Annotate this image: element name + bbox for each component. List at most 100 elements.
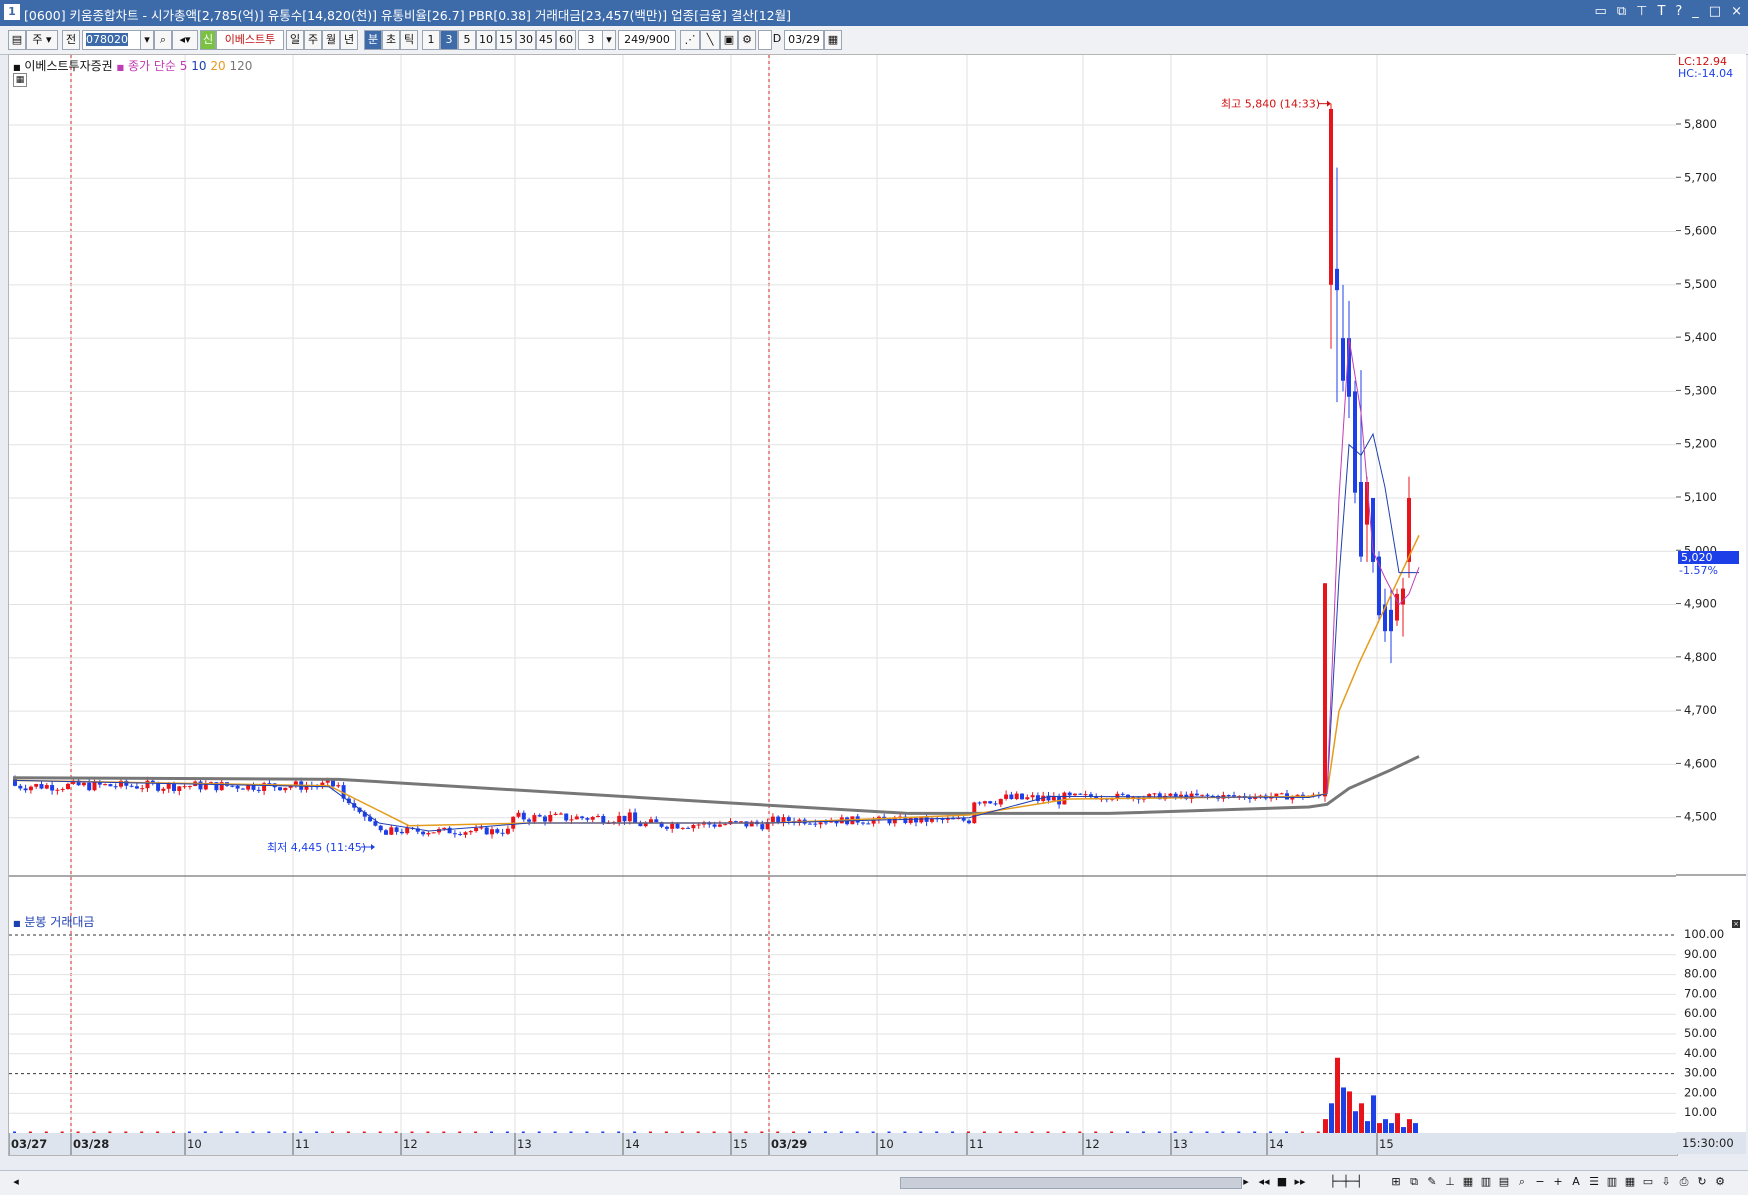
volume-bar	[728, 1131, 732, 1133]
overlay-icon[interactable]: ▤	[1496, 1174, 1512, 1190]
zoom-out-icon[interactable]: −	[1532, 1174, 1548, 1190]
interval-3[interactable]: 3	[440, 30, 458, 50]
chart-area[interactable]: 03/27 03/28 10 11 12 13 14 15 03/29 10 11 12 13 14 15 최…	[8, 54, 1678, 1156]
list-icon[interactable]: ☰	[1586, 1174, 1602, 1190]
date-checkbox[interactable]	[758, 30, 772, 50]
minimize-icon[interactable]: _	[1692, 4, 1699, 19]
volume-bar	[1221, 1131, 1225, 1133]
indicator-icon[interactable]: ⋰	[680, 30, 700, 50]
text-tool-icon[interactable]: A	[1568, 1174, 1584, 1190]
layout-split-icon[interactable]: ▥	[1604, 1174, 1620, 1190]
time-tick-label: 10	[187, 1137, 202, 1151]
interval-10[interactable]: 10	[476, 30, 496, 50]
interval-1[interactable]: 1	[422, 30, 440, 50]
window-icon[interactable]: ⧉	[1406, 1174, 1422, 1190]
speaker-icon[interactable]: ◂▾	[172, 30, 198, 50]
scrollbar-thumb[interactable]	[900, 1177, 1242, 1189]
zoom-icon[interactable]: ⌕	[1514, 1174, 1530, 1190]
close-icon[interactable]: ×	[1731, 4, 1742, 19]
interval-30[interactable]: 30	[516, 30, 536, 50]
new-badge: 신	[200, 30, 216, 50]
draw-tool-icon[interactable]: ✎	[1424, 1174, 1440, 1190]
count-field[interactable]: 249/900	[618, 30, 676, 50]
right-axis: 5,800 5,700 5,600 5,500 5,400 5,300 5,200 5,100…	[1676, 54, 1746, 1154]
refresh-icon[interactable]: ↻	[1694, 1174, 1710, 1190]
period-week[interactable]: 주	[304, 30, 322, 50]
candle-body	[426, 833, 431, 835]
close-panel-icon[interactable]: ×	[1732, 920, 1740, 928]
mode-label: 주	[32, 33, 43, 46]
settings-gear-icon[interactable]: ⚙	[738, 30, 756, 50]
scroll-right-icon[interactable]: ▸	[1238, 1174, 1254, 1190]
candle-body	[574, 816, 579, 820]
mode-select[interactable]: 주 ▾	[26, 30, 58, 50]
calendar-icon[interactable]: ▦	[824, 30, 842, 50]
rewind-icon[interactable]: ◂◂	[1256, 1174, 1272, 1190]
crosshair-icon[interactable]: ⊞	[1388, 1174, 1404, 1190]
print-icon[interactable]: ⎙	[1676, 1174, 1692, 1190]
volume-bar	[140, 1131, 144, 1133]
fast-forward-icon[interactable]: ▸▸	[1292, 1174, 1308, 1190]
export-icon[interactable]: ⇩	[1658, 1174, 1674, 1190]
maximize-icon[interactable]: □	[1709, 4, 1721, 19]
volume-bar	[1335, 1057, 1340, 1133]
volume-tick-label: 80.00	[1684, 967, 1717, 981]
volume-bar	[1126, 1131, 1129, 1133]
volume-tick-label: 20.00	[1684, 1085, 1717, 1099]
interval-60[interactable]: 60	[556, 30, 576, 50]
zoom-slider[interactable]: ├─┼─┤	[1316, 1174, 1376, 1190]
volume-tick-label: 70.00	[1684, 986, 1717, 1000]
legend-marker-icon: ■	[116, 63, 125, 72]
count-value: 249	[624, 33, 646, 46]
interval-5[interactable]: 5	[458, 30, 476, 50]
interval-15[interactable]: 15	[496, 30, 516, 50]
table-view-icon[interactable]: ▦	[1622, 1174, 1638, 1190]
date-input[interactable]: 03/29	[784, 30, 824, 50]
chart-type-icon[interactable]: ▥	[1478, 1174, 1494, 1190]
pin-icon[interactable]: ⊤	[1636, 4, 1647, 19]
candle-body	[389, 827, 394, 835]
layout-icon[interactable]: ▤	[8, 30, 26, 50]
period-second[interactable]: 초	[382, 30, 400, 50]
candle-body	[230, 785, 235, 787]
chevron-down-icon[interactable]: ▾	[140, 30, 154, 50]
zoom-in-icon[interactable]: +	[1550, 1174, 1566, 1190]
period-month[interactable]: 월	[322, 30, 340, 50]
stop-icon[interactable]: ■	[1274, 1174, 1290, 1190]
volume-bar	[299, 1131, 303, 1133]
measure-icon[interactable]: ⊥	[1442, 1174, 1458, 1190]
period-day[interactable]: 일	[286, 30, 304, 50]
trend-line-icon[interactable]: ╲	[700, 30, 720, 50]
volume-bar	[362, 1131, 366, 1133]
interval-dropdown-icon[interactable]: ▾	[602, 30, 616, 50]
grid-icon[interactable]: ▦	[1460, 1174, 1476, 1190]
search-icon[interactable]: ⌕	[154, 30, 172, 50]
table-icon[interactable]: ▦	[13, 73, 27, 87]
period-minute[interactable]: 분	[364, 30, 382, 50]
volume-bar	[1189, 1131, 1193, 1133]
volume-bar	[410, 1131, 414, 1133]
interval-select[interactable]: 3	[578, 30, 604, 50]
scroll-left-icon[interactable]: ◂	[8, 1174, 24, 1190]
panel-icon[interactable]: ▭	[1640, 1174, 1656, 1190]
candle-body	[818, 822, 823, 825]
link-icon[interactable]: ▭	[1595, 4, 1607, 19]
market-prefix[interactable]: 전	[62, 30, 80, 50]
volume-bar	[458, 1131, 462, 1133]
volume-bar	[919, 1131, 923, 1133]
stock-code-input[interactable]: 078020	[82, 30, 145, 50]
candle-body	[256, 789, 261, 791]
stock-name-field[interactable]: 이베스트투	[216, 30, 284, 50]
settings-icon[interactable]: ⚙	[1712, 1174, 1728, 1190]
period-tick[interactable]: 틱	[400, 30, 418, 50]
chart-canvas: 03/27 03/28 10 11 12 13 14 15 03/29 10 11 12 13 14 15 최…	[9, 55, 1677, 1155]
volume-bar	[187, 1131, 191, 1133]
text-icon[interactable]: T	[1657, 4, 1665, 19]
save-icon[interactable]: ▣	[720, 30, 738, 50]
date-label: D	[772, 32, 782, 45]
price-tick-label: 4,700	[1684, 703, 1717, 717]
copy-window-icon[interactable]: ⧉	[1617, 4, 1626, 19]
interval-45[interactable]: 45	[536, 30, 556, 50]
help-icon[interactable]: ?	[1675, 4, 1682, 19]
period-year[interactable]: 년	[340, 30, 358, 50]
